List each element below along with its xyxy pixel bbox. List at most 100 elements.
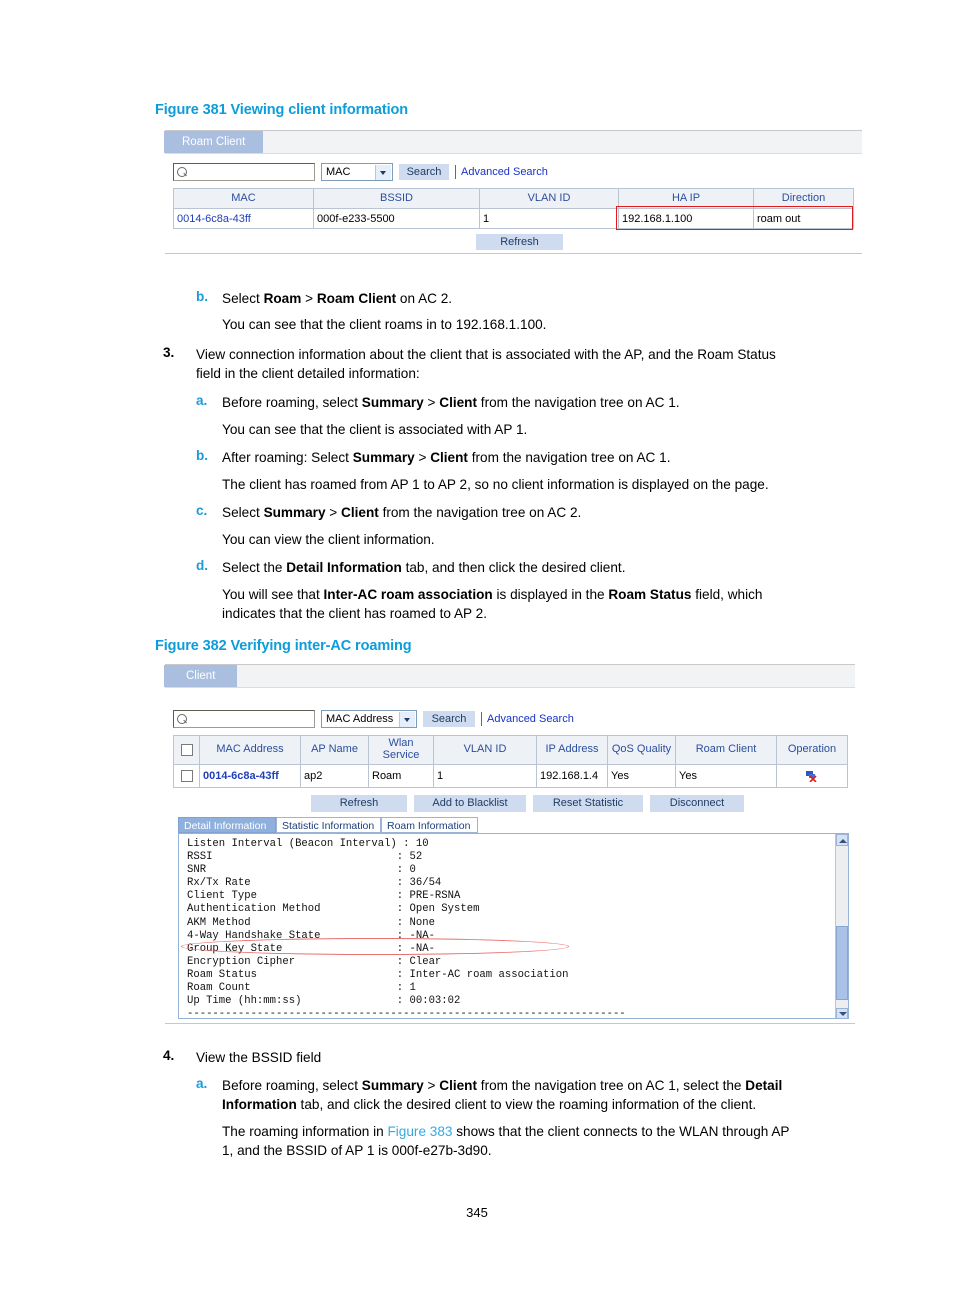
tab-detail-information[interactable]: Detail Information (178, 817, 276, 833)
step-3b-subtext: The client has roamed from AP 1 to AP 2,… (222, 477, 769, 492)
roam-client-table: MAC BSSID VLAN ID HA IP Direction 0014-6… (173, 188, 854, 229)
step-3c-text: Select Summary > Client from the navigat… (222, 505, 582, 520)
col-wlan-service: Wlan Service (368, 735, 434, 765)
cell-wlan-service: Roam (368, 764, 434, 788)
page-number: 345 (466, 1205, 488, 1220)
screenshot-bottom-border (165, 253, 862, 254)
step-4a-subtext-line1: The roaming information in Figure 383 sh… (222, 1124, 790, 1139)
cell-operation[interactable] (776, 764, 848, 788)
list-marker-3c: c. (196, 503, 208, 518)
list-marker-3a: a. (196, 393, 208, 408)
step-3b-text: After roaming: Select Summary > Client f… (222, 450, 671, 465)
search-button[interactable]: Search (423, 711, 475, 727)
table-row[interactable]: 0014-6c8a-43ff ap2 Roam 1 192.168.1.4 Ye… (173, 764, 848, 788)
figure-381-search-row: MAC Search Advanced Search (173, 163, 573, 185)
document-page: Figure 381 Viewing client information Ro… (0, 0, 954, 1296)
search-field-select[interactable]: MAC Address (321, 710, 417, 728)
chevron-down-icon (375, 165, 391, 180)
advanced-search-link[interactable]: Advanced Search (461, 166, 548, 178)
col-roam-client: Roam Client (675, 735, 777, 765)
col-qos-quality: QoS Quality (607, 735, 676, 765)
table-header-row: MAC BSSID VLAN ID HA IP Direction (173, 188, 854, 209)
scroll-up-arrow-icon[interactable] (836, 834, 848, 846)
table-header-row: MAC Address AP Name Wlan Service VLAN ID… (173, 735, 848, 765)
cell-mac[interactable]: 0014-6c8a-43ff (173, 208, 314, 229)
client-table: MAC Address AP Name Wlan Service VLAN ID… (173, 735, 848, 788)
table-row[interactable]: 0014-6c8a-43ff 000f-e233-5500 1 192.168.… (173, 208, 854, 229)
search-separator (481, 712, 482, 726)
scroll-down-arrow-icon[interactable] (836, 1008, 848, 1018)
row-checkbox[interactable] (180, 770, 193, 783)
list-marker-4: 4. (163, 1048, 175, 1063)
step-3a-subtext: You can see that the client is associate… (222, 422, 528, 437)
list-marker-b: b. (196, 289, 209, 304)
step-3c-subtext: You can view the client information. (222, 532, 435, 547)
step-b-text: Select Roam > Roam Client on AC 2. (222, 291, 453, 306)
cell-mac-address[interactable]: 0014-6c8a-43ff (199, 764, 301, 788)
cell-row-checkbox[interactable] (173, 764, 200, 788)
step-3-text-line1: View connection information about the cl… (196, 347, 776, 362)
step-4-text: View the BSSID field (196, 1050, 322, 1065)
step-3d-subtext-line1: You will see that Inter-AC roam associat… (222, 587, 763, 602)
cell-direction: roam out (753, 208, 854, 229)
screenshot-bottom-border-2 (165, 1023, 855, 1024)
refresh-button[interactable]: Refresh (311, 795, 407, 812)
detail-information-text: Listen Interval (Beacon Interval) : 10 R… (187, 838, 626, 1019)
search-icon (177, 714, 187, 724)
tab-statistic-information[interactable]: Statistic Information (276, 817, 381, 833)
cell-vlan-id: 1 (479, 208, 619, 229)
col-ap-name: AP Name (300, 735, 369, 765)
col-mac: MAC (173, 188, 314, 209)
figure-381-caption: Figure 381 Viewing client information (155, 102, 409, 118)
col-vlan-id: VLAN ID (479, 188, 619, 209)
cell-bssid: 000f-e233-5500 (313, 208, 480, 229)
roam-client-tab-strip: Roam Client (164, 131, 862, 154)
step-3d-text: Select the Detail Information tab, and t… (222, 560, 626, 575)
refresh-button[interactable]: Refresh (476, 234, 563, 250)
col-direction: Direction (753, 188, 854, 209)
search-field-select-value: MAC Address (326, 713, 394, 725)
search-field-select[interactable]: MAC (321, 163, 393, 181)
col-bssid: BSSID (313, 188, 480, 209)
step-3-text-line2: field in the client detailed information… (196, 366, 420, 381)
step-b-subtext: You can see that the client roams in to … (222, 317, 547, 332)
figure-382-screenshot: Client MAC Address Search Advanced Searc… (164, 664, 855, 1024)
col-vlan-id: VLAN ID (433, 735, 537, 765)
step-3a-text: Before roaming, select Summary > Client … (222, 395, 680, 410)
search-field-select-value: MAC (326, 166, 351, 178)
search-separator (455, 165, 456, 179)
advanced-search-link[interactable]: Advanced Search (487, 713, 574, 725)
figure-381-screenshot: Roam Client MAC Search Advanced Search M… (164, 130, 862, 254)
search-button[interactable]: Search (399, 164, 449, 180)
list-marker-4a: a. (196, 1076, 208, 1091)
tab-client[interactable]: Client (164, 665, 238, 687)
search-icon (177, 167, 187, 177)
select-all-checkbox[interactable] (180, 743, 193, 756)
list-marker-3b: b. (196, 448, 209, 463)
cell-ip-address: 192.168.1.4 (536, 764, 608, 788)
cell-ha-ip: 192.168.1.100 (618, 208, 754, 229)
tab-roam-client[interactable]: Roam Client (164, 131, 264, 153)
col-ha-ip: HA IP (618, 188, 754, 209)
col-select-all[interactable] (173, 735, 200, 765)
list-marker-3d: d. (196, 558, 209, 573)
col-ip-address: IP Address (536, 735, 608, 765)
cell-ap-name: ap2 (300, 764, 369, 788)
reset-statistic-button[interactable]: Reset Statistic (533, 795, 643, 812)
col-operation: Operation (776, 735, 848, 765)
add-to-blacklist-button[interactable]: Add to Blacklist (414, 795, 526, 812)
cell-qos-quality: Yes (607, 764, 676, 788)
col-mac-address: MAC Address (199, 735, 301, 765)
disconnect-icon[interactable] (805, 770, 819, 783)
list-marker-3: 3. (163, 345, 175, 360)
step-3d-subtext-line2: indicates that the client has roamed to … (222, 606, 487, 621)
client-tab-strip: Client (164, 665, 855, 688)
scrollbar-thumb[interactable] (836, 926, 848, 1000)
detail-scrollbar[interactable] (835, 834, 848, 1018)
disconnect-button[interactable]: Disconnect (650, 795, 744, 812)
search-input[interactable] (173, 710, 315, 728)
search-input[interactable] (173, 163, 315, 181)
cell-roam-client: Yes (675, 764, 777, 788)
tab-roam-information[interactable]: Roam Information (381, 817, 478, 833)
figure-383-link[interactable]: Figure 383 (387, 1124, 452, 1139)
